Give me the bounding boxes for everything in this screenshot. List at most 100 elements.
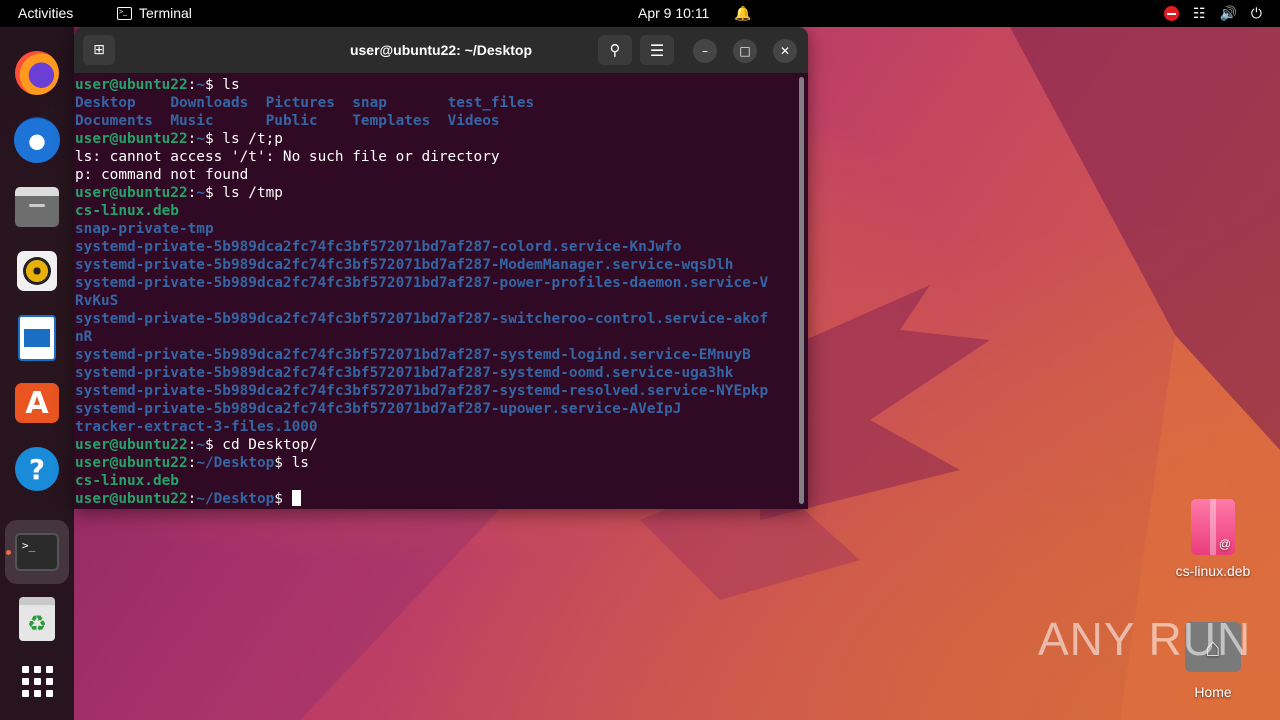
terminal-text: Videos (447, 113, 500, 129)
close-icon: ✕ (779, 44, 791, 58)
terminal-text: RvKuS (75, 293, 119, 309)
terminal-line: snap-private-tmp (75, 220, 797, 238)
terminal-text: cs-linux.deb (75, 203, 179, 219)
terminal-text: snap-private-tmp (75, 221, 214, 237)
prompt-user: user@ubuntu22 (75, 185, 188, 201)
terminal-line: systemd-private-5b989dca2fc74fc3bf572071… (75, 256, 797, 274)
clock[interactable]: Apr 9 10:11 (638, 0, 709, 27)
terminal-line: tracker-extract-3-files.1000 (75, 418, 797, 436)
maximize-button[interactable]: □ (733, 39, 757, 63)
terminal-text: Music (170, 113, 214, 129)
terminal-text: systemd-private-5b989dca2fc74fc3bf572071… (75, 401, 682, 417)
terminal-text: : (187, 185, 197, 201)
dock-trash[interactable]: ♻ (13, 595, 61, 643)
new-tab-button[interactable]: ⊞ (83, 35, 115, 65)
notification-bell-icon[interactable]: 🔔 (734, 0, 751, 27)
dock-firefox[interactable] (13, 49, 61, 97)
desktop-icon-deb[interactable]: cs-linux.deb (1168, 499, 1258, 579)
terminal-text: $ ls /tmp (204, 185, 283, 201)
terminal-line: RvKuS (75, 292, 797, 310)
terminal-text: : (187, 437, 197, 453)
terminal-text: $ ls (204, 77, 240, 93)
prompt-path: ~ (196, 131, 205, 147)
terminal-line: nR (75, 328, 797, 346)
terminal-text: snap (352, 95, 387, 111)
search-button[interactable]: ⚲ (598, 35, 632, 65)
maximize-icon: □ (739, 44, 751, 58)
dock-thunderbird[interactable] (13, 116, 61, 164)
terminal-text: systemd-private-5b989dca2fc74fc3bf572071… (75, 311, 769, 327)
prompt-path: ~ (196, 77, 205, 93)
do-not-disturb-icon[interactable] (1163, 6, 1179, 21)
terminal-line: systemd-private-5b989dca2fc74fc3bf572071… (75, 310, 797, 328)
dock-writer[interactable] (13, 314, 61, 362)
terminal-text: systemd-private-5b989dca2fc74fc3bf572071… (75, 383, 769, 399)
hamburger-icon: ☰ (649, 40, 665, 60)
terminal-text: : (187, 77, 197, 93)
terminal-text: tracker-extract-3-files.1000 (75, 419, 318, 435)
terminal-line: p: command not found (75, 166, 797, 184)
terminal-text: $ cd Desktop/ (204, 437, 318, 453)
terminal-text: test_files (447, 95, 535, 111)
terminal-text: Public (265, 113, 318, 129)
terminal-line: systemd-private-5b989dca2fc74fc3bf572071… (75, 400, 797, 418)
terminal-scrollbar[interactable] (799, 77, 804, 504)
prompt-user: user@ubuntu22 (75, 455, 188, 471)
terminal-text: : (187, 455, 197, 471)
rhythmbox-icon (17, 251, 57, 291)
terminal-text: Desktop (75, 95, 136, 111)
prompt-path: ~/Desktop (196, 455, 275, 471)
dock-terminal[interactable]: >_ (5, 520, 69, 584)
close-button[interactable]: ✕ (773, 39, 797, 63)
terminal-text: p: command not found (75, 167, 249, 183)
terminal-window[interactable]: user@ubuntu22: ~/Desktop ⊞ ⚲ ☰ – □ ✕ use… (74, 27, 808, 509)
prompt-user: user@ubuntu22 (75, 131, 188, 147)
menu-button[interactable]: ☰ (640, 35, 674, 65)
dock-show-apps[interactable] (13, 657, 61, 705)
terminal-text: systemd-private-5b989dca2fc74fc3bf572071… (75, 239, 682, 255)
activities-button[interactable]: Activities (18, 0, 73, 27)
prompt-path: ~ (196, 185, 205, 201)
terminal-app-icon: >_ (117, 7, 132, 20)
terminal-headerbar[interactable]: user@ubuntu22: ~/Desktop ⊞ ⚲ ☰ – □ ✕ (74, 27, 808, 73)
dock-help[interactable]: ? (13, 445, 61, 493)
dock-files[interactable] (13, 183, 61, 231)
app-menu[interactable]: >_ Terminal (117, 0, 192, 27)
terminal-line: Documents Music Public Templates Videos (75, 112, 797, 130)
terminal-icon: >_ (15, 533, 59, 571)
help-icon: ? (15, 447, 59, 491)
text-cursor (291, 490, 301, 506)
terminal-output[interactable]: user@ubuntu22:~$ ls Desktop Downloads Pic… (75, 76, 797, 506)
terminal-text: Downloads (170, 95, 249, 111)
prompt-path: ~ (196, 437, 205, 453)
watermark-text: ANY RUN (1038, 613, 1252, 665)
terminal-text: systemd-private-5b989dca2fc74fc3bf572071… (75, 257, 734, 273)
writer-icon (18, 315, 56, 361)
terminal-line: user@ubuntu22:~$ ls /t;p (75, 130, 797, 148)
terminal-line: systemd-private-5b989dca2fc74fc3bf572071… (75, 346, 797, 364)
terminal-text: : (187, 491, 197, 506)
app-menu-label: Terminal (139, 5, 192, 21)
prompt-user: user@ubuntu22 (75, 437, 188, 453)
dock-rhythmbox[interactable] (13, 247, 61, 295)
terminal-text: nR (75, 329, 93, 345)
software-store-icon: A (15, 383, 59, 423)
dock-software[interactable]: A (13, 379, 61, 427)
terminal-line: cs-linux.deb (75, 202, 797, 220)
top-bar: Activities >_ Terminal Apr 9 10:11 🔔 ☷ 🔊… (0, 0, 1280, 27)
terminal-line: systemd-private-5b989dca2fc74fc3bf572071… (75, 364, 797, 382)
minimize-button[interactable]: – (693, 39, 717, 63)
terminal-line: Desktop Downloads Pictures snap test_fil… (75, 94, 797, 112)
system-tray[interactable]: ☷ 🔊 ⏻ (1163, 0, 1262, 27)
prompt-user: user@ubuntu22 (75, 77, 188, 93)
terminal-line: ls: cannot access '/t': No such file or … (75, 148, 797, 166)
prompt-user: user@ubuntu22 (75, 491, 188, 506)
terminal-line: user@ubuntu22:~$ cd Desktop/ (75, 436, 797, 454)
trash-icon: ♻ (19, 597, 55, 641)
terminal-text: systemd-private-5b989dca2fc74fc3bf572071… (75, 275, 769, 291)
